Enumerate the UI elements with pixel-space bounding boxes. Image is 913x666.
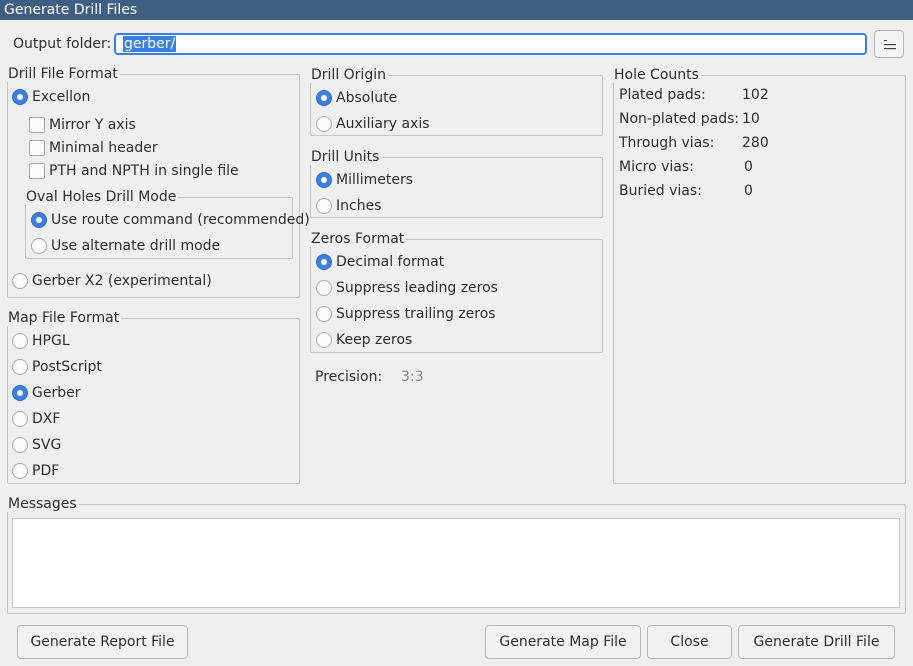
buried-vias-value: 0 [744, 183, 753, 199]
units-millimeters-radio[interactable]: Millimeters [316, 171, 413, 189]
map-hpgl-radio[interactable]: HPGL [12, 332, 70, 350]
output-folder-label: Output folder: [13, 36, 112, 52]
gerber-x2-label: Gerber X2 (experimental) [32, 273, 212, 289]
units-millimeters-label: Millimeters [336, 172, 414, 188]
map-svg-radio[interactable]: SVG [12, 436, 61, 454]
precision-value: 3:3 [401, 369, 424, 385]
map-gerber-label: Gerber [32, 385, 81, 401]
origin-auxiliary-label: Auxiliary axis [336, 116, 430, 132]
drill-file-format-group [7, 74, 300, 298]
alternate-drill-label: Use alternate drill mode [51, 238, 221, 254]
zeros-decimal-label: Decimal format [336, 254, 445, 270]
route-command-radio[interactable]: Use route command (recommended) [31, 211, 310, 229]
single-file-checkbox[interactable]: PTH and NPTH in single file [29, 162, 239, 180]
map-file-format-title: Map File Format [7, 310, 122, 326]
zeros-decimal-radio[interactable]: Decimal format [316, 253, 444, 271]
zeros-keep-label: Keep zeros [336, 332, 413, 348]
window-title: Generate Drill Files [0, 0, 913, 20]
origin-absolute-radio[interactable]: Absolute [316, 89, 397, 107]
messages-title: Messages [7, 496, 79, 512]
zeros-format-title: Zeros Format [310, 231, 407, 247]
generate-drill-button[interactable]: Generate Drill File [738, 625, 895, 659]
generate-map-button[interactable]: Generate Map File [485, 625, 641, 659]
zeros-leading-radio[interactable]: Suppress leading zeros [316, 279, 498, 297]
map-postscript-radio[interactable]: PostScript [12, 358, 102, 376]
buried-vias-label: Buried vias: [619, 183, 702, 199]
messages-textarea[interactable] [12, 518, 900, 608]
map-pdf-radio[interactable]: PDF [12, 462, 59, 480]
map-svg-label: SVG [32, 437, 62, 453]
map-pdf-label: PDF [32, 463, 60, 479]
close-button[interactable]: Close [647, 625, 732, 659]
minimal-header-checkbox[interactable]: Minimal header [29, 139, 158, 157]
map-postscript-label: PostScript [32, 359, 102, 375]
mirror-y-checkbox[interactable]: Mirror Y axis [29, 116, 136, 134]
zeros-trailing-radio[interactable]: Suppress trailing zeros [316, 305, 496, 323]
through-vias-label: Through vias: [619, 135, 715, 151]
non-plated-pads-label: Non-plated pads: [619, 111, 740, 127]
alternate-drill-radio[interactable]: Use alternate drill mode [31, 237, 220, 255]
micro-vias-value: 0 [744, 159, 753, 175]
map-dxf-radio[interactable]: DXF [12, 410, 60, 428]
minimal-header-label: Minimal header [49, 140, 158, 156]
output-folder-input[interactable]: gerber/ [114, 33, 867, 55]
generate-report-button[interactable]: Generate Report File [17, 625, 188, 659]
zeros-trailing-label: Suppress trailing zeros [336, 306, 496, 322]
folder-browse-icon [884, 40, 896, 50]
units-inches-label: Inches [336, 198, 382, 214]
map-dxf-label: DXF [32, 411, 61, 427]
micro-vias-label: Micro vias: [619, 159, 694, 175]
through-vias-value: 280 [742, 135, 769, 151]
precision-label: Precision: [315, 369, 383, 385]
browse-folder-button[interactable] [874, 30, 904, 58]
drill-origin-title: Drill Origin [310, 67, 388, 83]
single-file-label: PTH and NPTH in single file [49, 163, 239, 179]
units-inches-radio[interactable]: Inches [316, 197, 381, 215]
zeros-leading-label: Suppress leading zeros [336, 280, 498, 296]
origin-auxiliary-radio[interactable]: Auxiliary axis [316, 115, 430, 133]
map-gerber-radio[interactable]: Gerber [12, 384, 80, 402]
gerber-x2-radio[interactable]: Gerber X2 (experimental) [12, 272, 212, 290]
output-folder-value: gerber/ [123, 36, 177, 52]
non-plated-pads-value: 10 [742, 111, 760, 127]
hole-counts-title: Hole Counts [613, 67, 701, 83]
drill-file-format-title: Drill File Format [7, 66, 120, 82]
oval-holes-title: Oval Holes Drill Mode [25, 189, 179, 205]
map-hpgl-label: HPGL [32, 333, 70, 349]
drill-units-title: Drill Units [310, 149, 382, 165]
zeros-keep-radio[interactable]: Keep zeros [316, 331, 412, 349]
excellon-label: Excellon [32, 89, 91, 105]
plated-pads-value: 102 [742, 87, 769, 103]
excellon-radio[interactable]: Excellon [12, 88, 90, 106]
plated-pads-label: Plated pads: [619, 87, 706, 103]
route-command-label: Use route command (recommended) [51, 212, 310, 228]
mirror-y-label: Mirror Y axis [49, 117, 136, 133]
origin-absolute-label: Absolute [336, 90, 398, 106]
